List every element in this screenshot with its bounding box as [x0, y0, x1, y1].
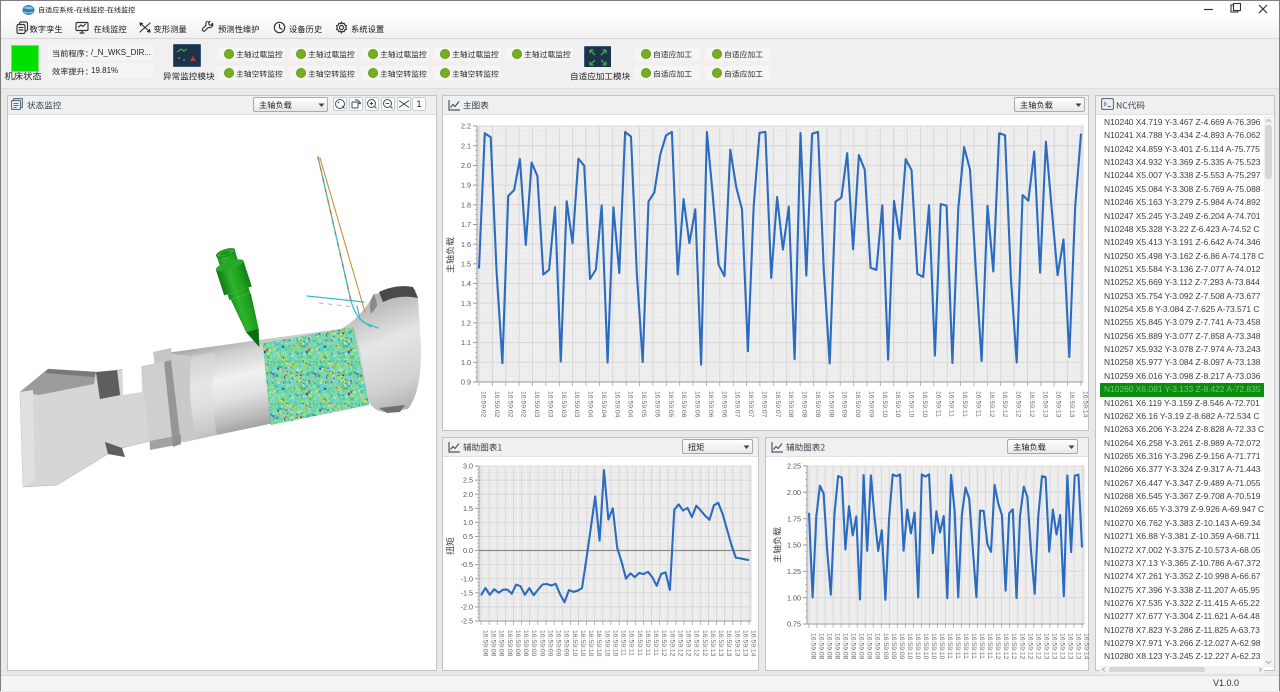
svg-text:16:59:12: 16:59:12 [1034, 633, 1041, 660]
svg-text:16:59:09: 16:59:09 [874, 633, 881, 660]
svg-text:16:59:10: 16:59:10 [906, 633, 913, 660]
svg-text:2.00: 2.00 [787, 488, 801, 497]
svg-text:16:59:12: 16:59:12 [1002, 633, 1009, 660]
svg-text:16:59:10: 16:59:10 [914, 633, 921, 660]
svg-text:16:59:10: 16:59:10 [922, 633, 929, 660]
svg-text:16:59:12: 16:59:12 [1010, 633, 1017, 660]
svg-text:16:59:10: 16:59:10 [938, 633, 945, 660]
svg-text:16:59:13: 16:59:13 [1058, 633, 1065, 660]
svg-text:16:59:12: 16:59:12 [994, 633, 1001, 660]
svg-text:16:59:09: 16:59:09 [890, 633, 897, 660]
svg-text:16:59:08: 16:59:08 [810, 633, 817, 660]
svg-text:1.25: 1.25 [787, 567, 801, 576]
svg-text:16:59:10: 16:59:10 [930, 633, 937, 660]
svg-text:16:59:09: 16:59:09 [866, 633, 873, 660]
svg-text:1.75: 1.75 [787, 514, 801, 523]
svg-text:16:59:08: 16:59:08 [842, 633, 849, 660]
svg-text:16:59:09: 16:59:09 [898, 633, 905, 660]
svg-text:16:59:08: 16:59:08 [834, 633, 841, 660]
svg-text:16:59:11: 16:59:11 [962, 633, 969, 659]
svg-text:16:59:11: 16:59:11 [970, 633, 977, 659]
svg-text:16:59:11: 16:59:11 [978, 633, 985, 659]
svg-text:1.50: 1.50 [787, 541, 801, 550]
svg-text:16:59:13: 16:59:13 [1066, 633, 1073, 660]
svg-text:2.25: 2.25 [787, 462, 801, 471]
svg-text:16:59:09: 16:59:09 [882, 633, 889, 660]
svg-text:16:59:13: 16:59:13 [1075, 633, 1082, 660]
svg-text:16:59:12: 16:59:12 [1018, 633, 1025, 660]
svg-text:16:59:08: 16:59:08 [826, 633, 833, 660]
svg-text:16:59:12: 16:59:12 [1026, 633, 1033, 660]
svg-text:0.75: 0.75 [787, 620, 801, 629]
svg-text:16:59:11: 16:59:11 [954, 633, 961, 659]
svg-text:16:59:13: 16:59:13 [1050, 633, 1057, 660]
svg-text:16:59:09: 16:59:09 [858, 633, 865, 660]
svg-text:16:59:11: 16:59:11 [986, 633, 993, 659]
svg-text:16:59:08: 16:59:08 [850, 633, 857, 660]
svg-text:16:59:14: 16:59:14 [1083, 633, 1090, 660]
svg-text:16:59:08: 16:59:08 [818, 633, 825, 660]
svg-text:16:59:11: 16:59:11 [946, 633, 953, 659]
svg-text:1.00: 1.00 [787, 593, 801, 602]
svg-text:16:59:13: 16:59:13 [1042, 633, 1049, 660]
